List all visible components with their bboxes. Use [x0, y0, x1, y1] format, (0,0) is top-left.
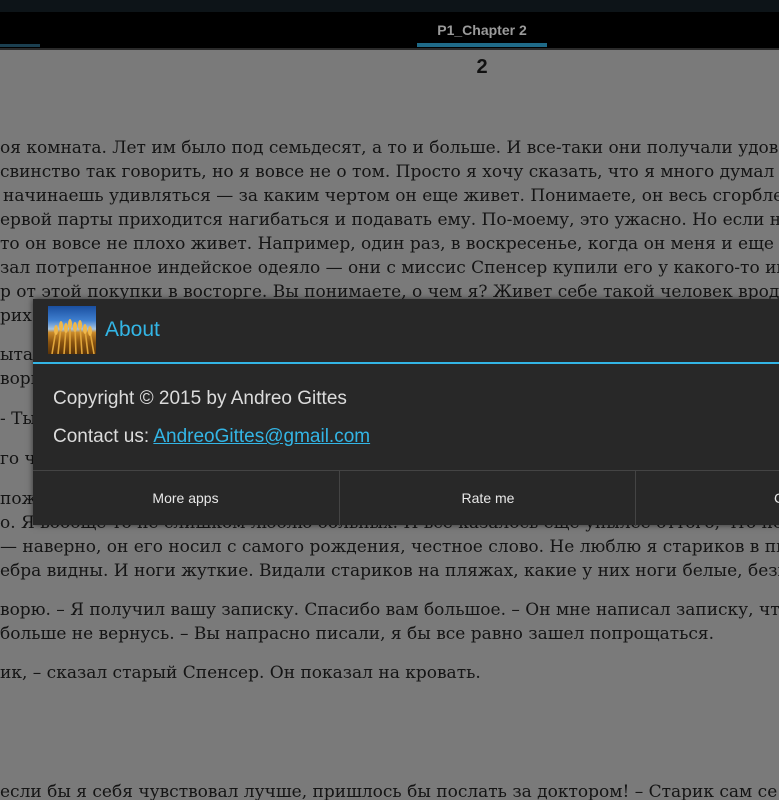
book-line: больше не вернусь. – Вы напрасно писали,… [0, 624, 715, 644]
book-line: ворю. – Я получил вашу записку. Спасибо … [0, 600, 779, 620]
rate-me-button[interactable]: Rate me [339, 471, 636, 526]
book-line: то он вовсе не плохо живет. Например, од… [0, 234, 779, 254]
copyright-text: Copyright © 2015 by Andreo Gittes [53, 388, 347, 409]
book-line: ебра видны. И ноги жуткие. Видали старик… [0, 561, 779, 581]
book-line: рих [0, 306, 32, 326]
wheat-field-icon [48, 306, 96, 354]
dialog-header: About [33, 299, 779, 362]
book-line: зал потрепанное индейское одеяло — они с… [0, 258, 779, 278]
book-line: — наверно, он его носил с самого рождени… [0, 537, 779, 557]
contact-label: Contact us: [53, 426, 154, 447]
about-dialog: About Copyright © 2015 by Andreo Gittes … [33, 299, 779, 526]
book-line: ервой парты приходится нагибаться и пода… [0, 210, 779, 230]
book-line: свинство так говорить, но я вовсе не о т… [0, 162, 779, 182]
dialog-button-bar: More apps Rate me C [33, 470, 779, 526]
reader-screen: P1_Chapter 2 2 оя комната. Лет им было п… [0, 0, 779, 800]
book-line: пож [0, 489, 38, 509]
close-button[interactable]: C [635, 471, 779, 526]
book-line: оя комната. Лет им было под семьдесят, а… [0, 138, 779, 158]
contact-email-link[interactable]: AndreoGittes@gmail.com [153, 426, 370, 447]
close-button-label: C [774, 471, 779, 526]
more-apps-button[interactable]: More apps [33, 471, 338, 526]
contact-line: Contact us: AndreoGittes@gmail.com [53, 425, 370, 449]
book-line: - Ты [0, 409, 37, 429]
dialog-title-divider [33, 362, 779, 364]
book-line: ик, – сказал старый Спенсер. Он показал … [0, 663, 481, 683]
book-line: начинаешь удивляться — за каким чертом о… [3, 186, 779, 206]
dialog-title: About [105, 318, 160, 341]
book-line: если бы я себя чувствовал лучше, пришлос… [0, 782, 778, 800]
